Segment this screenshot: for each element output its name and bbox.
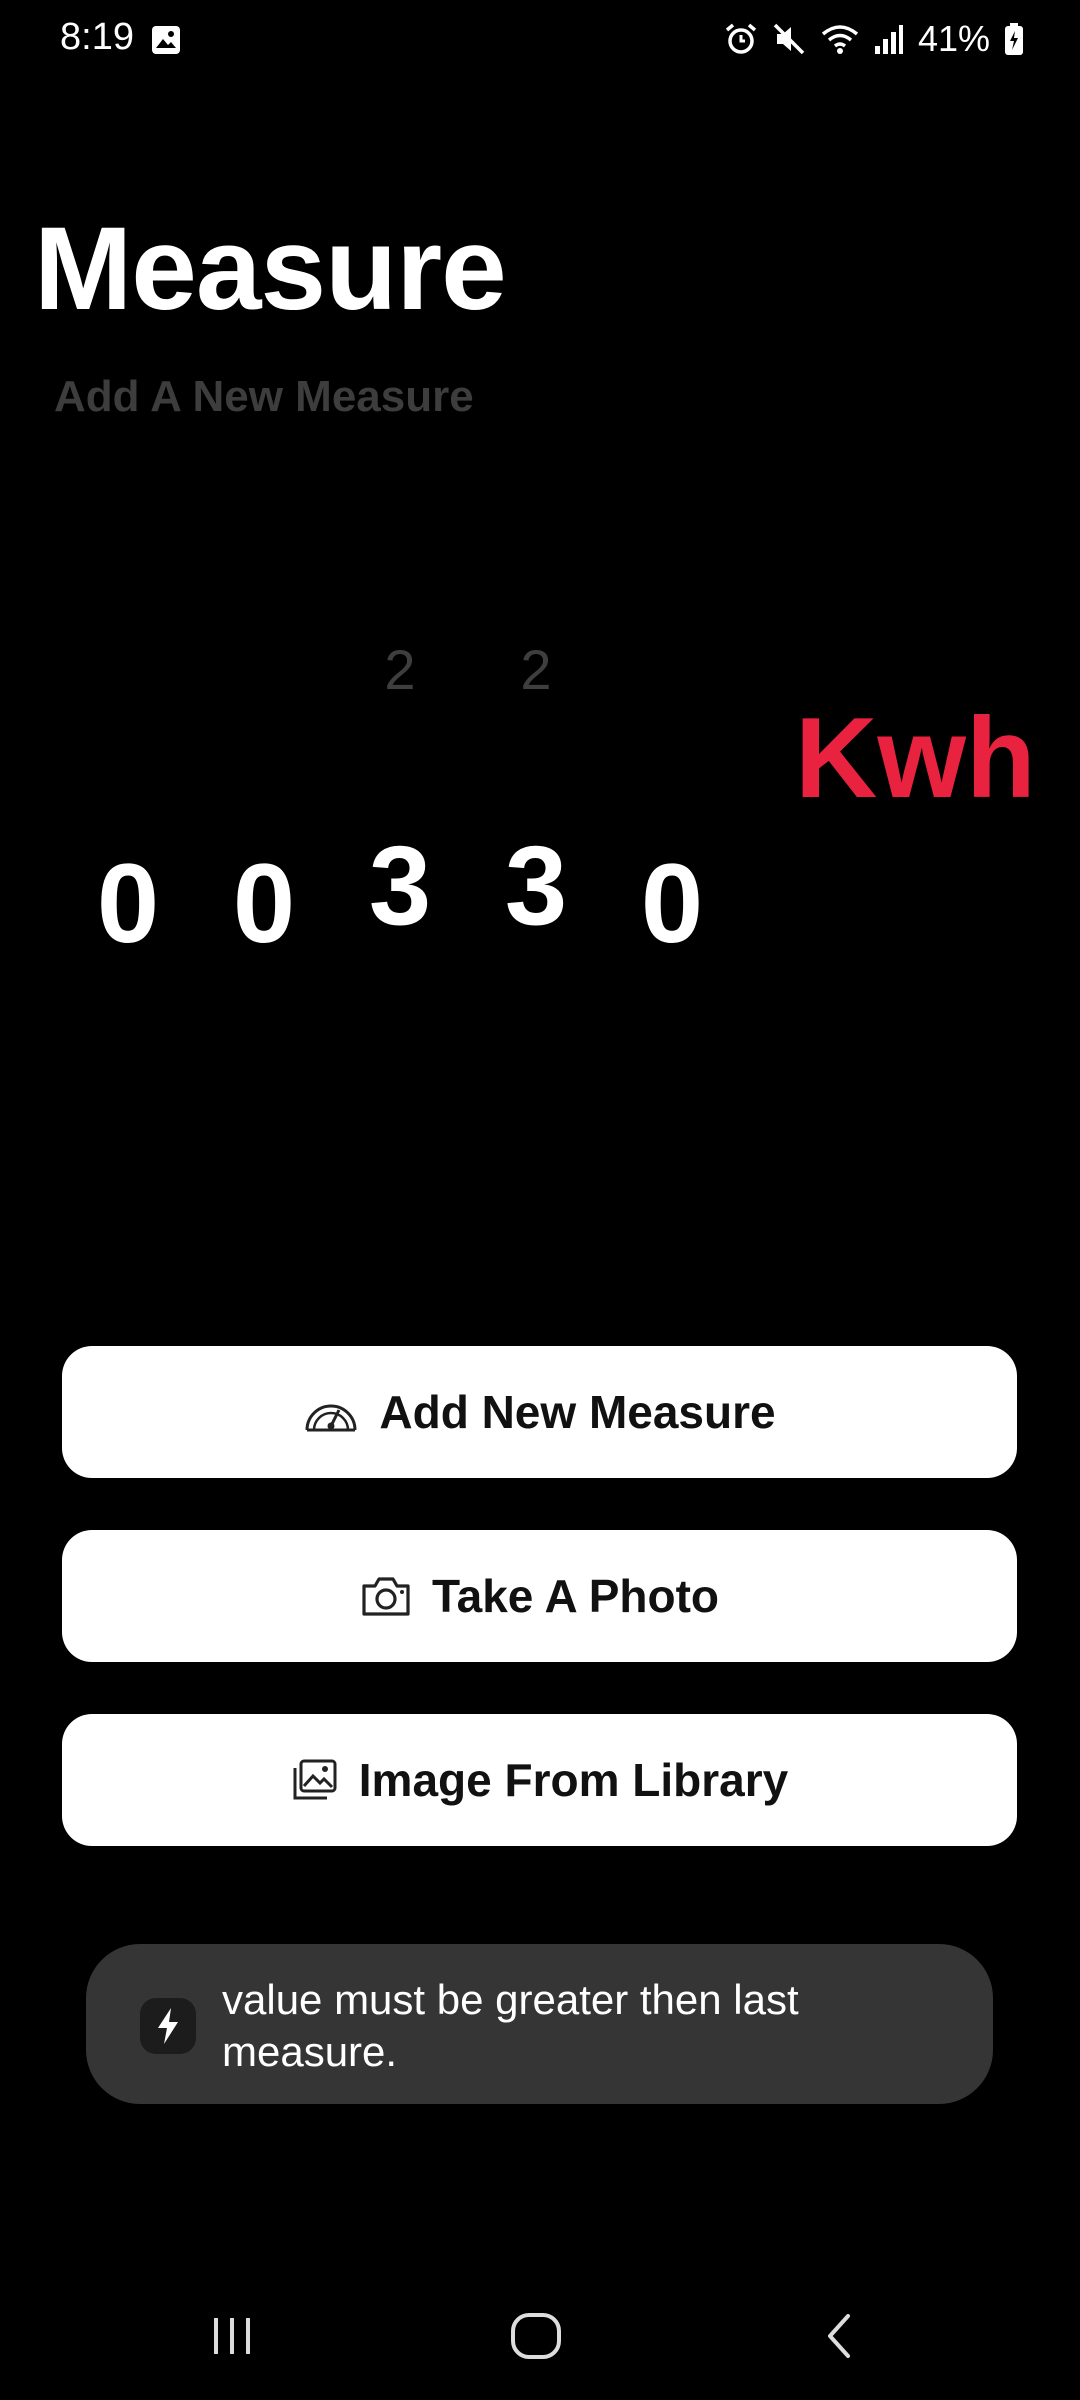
add-new-measure-label: Add New Measure	[379, 1386, 776, 1438]
home-icon[interactable]	[496, 2306, 576, 2366]
battery-percent: 41%	[917, 18, 990, 59]
status-time: 8:19	[60, 16, 134, 58]
gallery-icon	[293, 1759, 337, 1800]
status-icons: 41%	[724, 14, 1024, 64]
signal-icon	[874, 25, 903, 54]
digit-1[interactable]: 0	[68, 848, 188, 960]
lightning-icon	[140, 1998, 196, 2054]
camera-icon	[362, 1577, 410, 1616]
take-photo-button[interactable]: Take A Photo	[62, 1530, 1017, 1662]
recents-icon[interactable]	[192, 2306, 272, 2366]
nav-bar	[0, 2270, 1080, 2400]
status-bar: 8:19 41%	[0, 0, 1080, 80]
add-new-measure-button[interactable]: Add New Measure	[62, 1346, 1017, 1478]
battery-icon	[1005, 23, 1023, 55]
page-subtitle: Add A New Measure	[54, 372, 474, 421]
wifi-icon	[821, 25, 859, 54]
digit-3-above: 2	[384, 638, 416, 701]
digit-3[interactable]: 3	[340, 830, 460, 942]
digit-4[interactable]: 3	[476, 830, 596, 942]
take-photo-label: Take A Photo	[431, 1570, 720, 1622]
gallery-icon	[152, 26, 180, 54]
page-title: Measure	[34, 203, 507, 335]
mute-icon	[773, 23, 805, 55]
image-from-library-button[interactable]: Image From Library	[62, 1714, 1017, 1846]
image-from-library-label: Image From Library	[358, 1754, 789, 1806]
alarm-icon	[725, 23, 757, 54]
unit-label: Kwh	[795, 695, 1036, 822]
gauge-icon	[305, 1404, 357, 1432]
digit-5[interactable]: 0	[612, 848, 732, 960]
toast-text: value must be greater then last measure.	[222, 1976, 799, 2075]
back-icon[interactable]	[800, 2306, 880, 2366]
digit-4-above: 2	[520, 638, 552, 701]
toast-message: value must be greater then last measure.	[86, 1944, 993, 2104]
digit-2[interactable]: 0	[204, 848, 324, 960]
